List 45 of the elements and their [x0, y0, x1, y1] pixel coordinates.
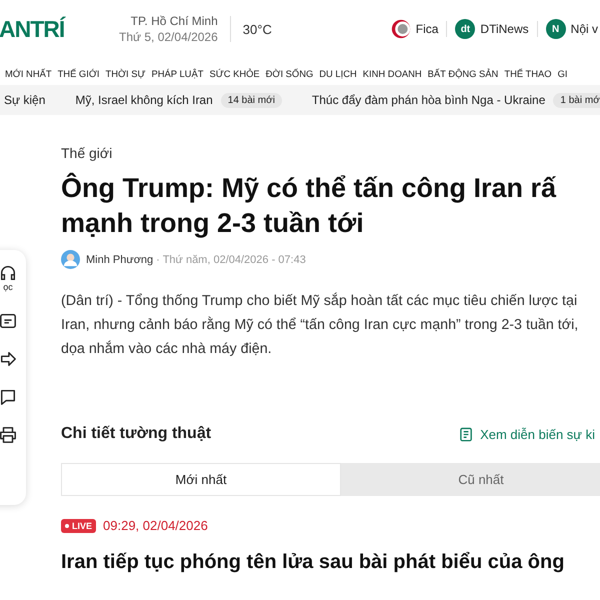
nav-link[interactable]: THẾ GIỚI: [58, 68, 100, 78]
comment-icon[interactable]: [0, 388, 17, 406]
nav-link[interactable]: DU LỊCH: [319, 68, 357, 78]
article-lead: (Dân trí) - Tổng thống Trump cho biết Mỹ sắp hoàn tất các mục tiêu chiến lược tại Iran, nhưng cảnh báo rằng Mỹ có thể “tấn công Iran cực mạnh” trong 2-3 tuần tới, dọa nhắm vào các nhà máy điện.: [61, 292, 580, 359]
author-link[interactable]: Minh Phương: [86, 254, 154, 266]
topics-label[interactable]: Sự kiện: [4, 93, 46, 107]
topic-link[interactable]: Mỹ, Israel không kích Iran: [75, 93, 213, 107]
topic-link[interactable]: Thúc đẩy đàm phán hòa bình Nga - Ukraine: [312, 93, 546, 107]
nav-link[interactable]: GI: [558, 68, 568, 78]
share-icon[interactable]: [0, 350, 17, 368]
headphones-icon[interactable]: [0, 264, 17, 282]
partner-logo[interactable]: dt: [455, 19, 476, 39]
document-icon[interactable]: [0, 312, 17, 330]
partner-link[interactable]: Nội v: [570, 22, 598, 36]
nav-link[interactable]: MỚI NHẤT: [5, 68, 52, 78]
section-title: Chi tiết tường thuật: [61, 425, 212, 443]
sort-tab[interactable]: Cũ nhất: [341, 463, 600, 496]
nav-link[interactable]: BẤT ĐỘNG SẢN: [428, 68, 498, 78]
live-badge: LIVE: [61, 518, 96, 532]
sort-tab[interactable]: Mới nhất: [61, 463, 341, 496]
nav-link[interactable]: THỂ THAO: [504, 68, 552, 78]
partner-logo[interactable]: N: [546, 19, 566, 39]
category-link[interactable]: Thế giới: [61, 145, 600, 161]
tool-label[interactable]: ọc: [3, 282, 13, 292]
printer-icon[interactable]: [0, 426, 17, 444]
location-text: TP. Hồ Chí Minh: [130, 13, 218, 29]
nav-link[interactable]: SỨC KHỎE: [209, 68, 260, 78]
entry-time: 09:29, 02/04/2026: [103, 518, 208, 533]
entry-headline: Iran tiếp tục phóng tên lửa sau bài phát biểu của ông: [61, 551, 566, 574]
count-badge: 14 bài mới: [220, 92, 282, 108]
temperature-text: 30°C: [242, 22, 272, 36]
nav-link[interactable]: ĐỜI SỐNG: [266, 68, 314, 78]
count-badge: 1 bài mớ: [553, 92, 600, 108]
globe-icon[interactable]: [390, 19, 411, 39]
article-title: Ông Trump: Mỹ có thể tấn công Iran rấ: [61, 172, 558, 205]
publish-time: · Thứ năm, 02/04/2026 - 07:43: [156, 254, 306, 266]
date-text: Thứ 5, 02/04/2026: [119, 29, 218, 45]
nav-link[interactable]: THỜI SỰ: [105, 68, 146, 78]
nav-link[interactable]: PHÁP LUẬT: [152, 68, 204, 78]
partner-link[interactable]: Fica: [416, 22, 438, 36]
article-title: mạnh trong 2-3 tuần tới: [61, 207, 365, 240]
timeline-link[interactable]: Xem diễn biến sự ki: [459, 426, 595, 442]
avatar-icon: [61, 250, 80, 269]
partner-link[interactable]: DTiNews: [480, 22, 529, 36]
nav-link[interactable]: KINH DOANH: [362, 68, 422, 78]
